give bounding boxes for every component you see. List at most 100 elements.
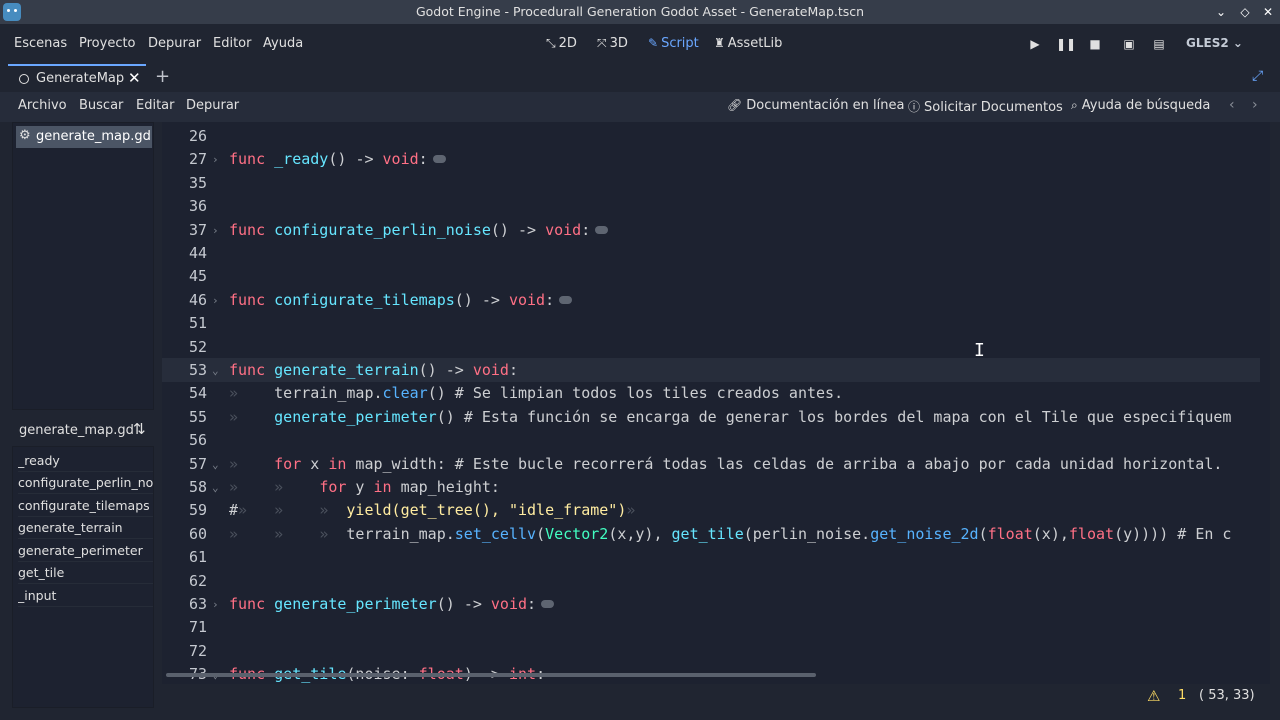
code-line[interactable]: 61 <box>162 546 1260 569</box>
method-item[interactable]: configurate_tilemaps <box>18 495 153 517</box>
code-line[interactable]: 63 › func generate_perimeter() -> void: <box>162 593 1260 616</box>
minimize-icon[interactable]: ⌄ <box>1212 3 1230 21</box>
scene-tab-bar: GenerateMap ✕ + ⤢ <box>0 64 1280 92</box>
menu-editor[interactable]: Editor <box>213 36 251 51</box>
play-scene-icon[interactable]: ▣ <box>1120 35 1138 53</box>
script-list-item[interactable]: ⚙ generate_map.gd <box>16 126 152 148</box>
code-line[interactable]: 57 ⌄ » for x in map_width: # Este bucle re… <box>162 453 1260 476</box>
menu-escenas[interactable]: Escenas <box>14 36 67 51</box>
code-line[interactable]: 27 › func _ready() -> void: <box>162 148 1260 171</box>
horizontal-scrollbar[interactable] <box>166 673 816 677</box>
code-line[interactable]: 51 <box>162 312 1260 335</box>
method-item[interactable]: _ready <box>18 450 153 472</box>
script-list: ⚙ generate_map.gd <box>12 122 154 410</box>
line-number: 53 <box>188 361 207 379</box>
code-text: » for x in map_width: # Este bucle recor… <box>229 454 1223 473</box>
window-title: Godot Engine - Procedurall Generation Go… <box>415 4 865 19</box>
line-number: 61 <box>188 548 207 567</box>
menu-ayuda[interactable]: Ayuda <box>263 36 303 51</box>
code-line[interactable]: 54 » terrain_map.clear() # Se limpian tod… <box>162 382 1260 405</box>
request-docs-link[interactable]: ⓘ Solicitar Documentos <box>908 98 1063 115</box>
method-item[interactable]: configurate_perlin_noise <box>18 472 153 494</box>
script-menu-depurar[interactable]: Depurar <box>186 98 239 113</box>
gear-icon: ⚙ <box>19 128 31 143</box>
method-item[interactable]: generate_terrain <box>18 517 153 539</box>
method-item[interactable]: get_tile <box>18 562 153 584</box>
fold-arrow-icon[interactable]: › <box>212 593 219 616</box>
warning-count[interactable]: 1 <box>1178 688 1186 703</box>
code-line[interactable]: 37 › func configurate_perlin_noise() -> vo… <box>162 219 1260 242</box>
script-menu-archivo[interactable]: Archivo <box>18 98 67 113</box>
method-item[interactable]: generate_perimeter <box>18 540 153 562</box>
script-menu-buscar[interactable]: Buscar <box>79 98 123 113</box>
search-help-link[interactable]: ⌕ Ayuda de búsqueda <box>1071 98 1210 113</box>
line-number: 51 <box>188 314 207 333</box>
workspace-script-button[interactable]: ✎ Script <box>648 36 699 51</box>
code-line[interactable]: 46 › func configurate_tilemaps() -> void: <box>162 289 1260 312</box>
play-custom-scene-icon[interactable]: ▤ <box>1150 35 1168 53</box>
workspace-3d-button[interactable]: ⤧ 3D <box>597 36 628 51</box>
history-forward-icon[interactable]: › <box>1252 97 1258 113</box>
warning-icon[interactable]: ⚠ <box>1147 687 1160 705</box>
script-icon: ✎ <box>648 36 659 50</box>
code-line[interactable]: 58 ⌄ » » for y in map_height: <box>162 476 1260 499</box>
close-window-icon[interactable]: ✕ <box>1259 3 1277 21</box>
code-line[interactable]: 72 <box>162 640 1260 663</box>
menu-depurar[interactable]: Depurar <box>148 36 201 51</box>
line-number: 36 <box>188 197 207 216</box>
tab-generatemap[interactable]: GenerateMap ✕ <box>8 64 146 92</box>
code-line[interactable]: 71 <box>162 616 1260 639</box>
code-line[interactable]: 36 <box>162 195 1260 218</box>
main-menu-bar: Escenas Proyecto Depurar Editor Ayuda ⤡ 2… <box>0 24 1280 64</box>
close-tab-icon[interactable]: ✕ <box>128 69 141 87</box>
code-line[interactable]: 35 <box>162 172 1260 195</box>
online-docs-link[interactable]: 🔗︎ Documentación en línea <box>727 98 904 113</box>
code-line[interactable]: 26 <box>162 125 1260 148</box>
fold-arrow-icon[interactable]: ⌄ <box>212 453 219 476</box>
code-line[interactable]: 53 ⌄ func generate_terrain() -> void: <box>162 359 1260 382</box>
fold-arrow-icon[interactable]: › <box>212 148 219 171</box>
workspace-2d-button[interactable]: ⤡ 2D <box>546 36 577 51</box>
fold-arrow-icon[interactable]: ⌄ <box>212 359 219 382</box>
maximize-icon[interactable]: ◇ <box>1236 3 1254 21</box>
sort-icon[interactable]: ⇅ <box>133 420 146 438</box>
fold-arrow-icon[interactable]: ⌄ <box>212 476 219 499</box>
workspace-assetlib-button[interactable]: ♜ AssetLib <box>714 36 782 51</box>
code-line[interactable]: 45 <box>162 265 1260 288</box>
code-line[interactable]: 44 <box>162 242 1260 265</box>
line-number: 26 <box>188 127 207 145</box>
assetlib-icon: ♜ <box>714 36 725 50</box>
add-tab-icon[interactable]: + <box>155 66 170 87</box>
code-line[interactable]: 60 » » » terrain_map.set_cellv(Vector2(x,… <box>162 523 1260 546</box>
cursor-position: ( 53, 33) <box>1199 688 1255 703</box>
code-line[interactable]: 56 <box>162 429 1260 452</box>
history-back-icon[interactable]: ‹ <box>1229 97 1235 113</box>
line-number: 27 <box>188 150 207 169</box>
menu-proyecto[interactable]: Proyecto <box>79 36 136 51</box>
code-editor[interactable]: 26 27 › func _ready() -> void: 35 36 37 › func c… <box>162 122 1270 684</box>
line-number: 55 <box>188 407 207 426</box>
code-line[interactable]: 52 <box>162 336 1260 359</box>
pause-icon[interactable]: ❚❚ <box>1056 35 1076 53</box>
line-number: 71 <box>188 618 207 637</box>
line-number: 62 <box>188 571 207 590</box>
renderer-selector[interactable]: GLES2 ⌄ <box>1186 36 1243 50</box>
code-text: func _ready() -> void: <box>229 148 446 171</box>
code-line[interactable]: 59 #» » » yield(get_tree(), "idle_frame")… <box>162 499 1260 522</box>
code-line[interactable]: 55 » generate_perimeter() # Esta función … <box>162 406 1260 429</box>
stop-icon[interactable]: ■ <box>1086 35 1104 53</box>
code-text: func configurate_perlin_noise() -> void: <box>229 219 609 242</box>
code-text: func generate_perimeter() -> void: <box>229 593 555 616</box>
link-icon: 🔗︎ <box>727 98 743 112</box>
line-number: 54 <box>188 384 207 403</box>
fold-arrow-icon[interactable]: › <box>212 219 219 242</box>
play-icon[interactable]: ▶ <box>1026 35 1044 53</box>
title-bar: Godot Engine - Procedurall Generation Go… <box>0 0 1280 24</box>
distraction-free-icon[interactable]: ⤢ <box>1252 68 1263 84</box>
code-text: » » for y in map_height: <box>229 478 500 496</box>
fold-arrow-icon[interactable]: › <box>212 289 219 312</box>
script-menu-editar[interactable]: Editar <box>136 98 175 113</box>
mouse-cursor-icon: I <box>974 340 985 361</box>
method-item[interactable]: _input <box>18 585 153 607</box>
code-line[interactable]: 62 <box>162 570 1260 593</box>
